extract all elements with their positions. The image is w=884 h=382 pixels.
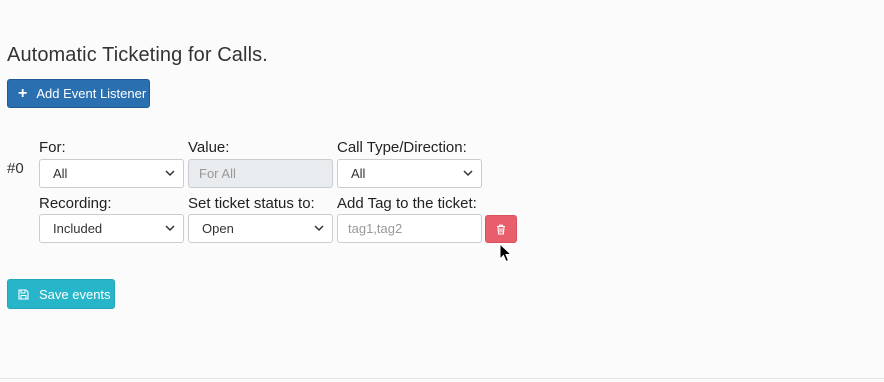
value-label: Value:: [188, 139, 230, 156]
chevron-down-icon: [165, 170, 175, 177]
call-type-select[interactable]: All: [337, 159, 482, 188]
ticket-status-label: Set ticket status to:: [188, 195, 315, 212]
event-index-label: #0: [7, 160, 24, 177]
delete-event-button[interactable]: [485, 215, 517, 243]
tags-label: Add Tag to the ticket:: [337, 195, 477, 212]
for-select-value: All: [53, 166, 68, 181]
call-type-label: Call Type/Direction:: [337, 139, 467, 156]
recording-label: Recording:: [39, 195, 112, 212]
mouse-pointer-icon: [499, 243, 513, 263]
for-select[interactable]: All: [39, 159, 184, 188]
plus-icon: +: [18, 84, 28, 102]
chevron-down-icon: [314, 225, 324, 232]
chevron-down-icon: [463, 170, 473, 177]
save-events-label: Save events: [39, 286, 111, 302]
trash-icon: [497, 224, 505, 235]
ticket-status-select-value: Open: [202, 221, 234, 236]
page-title: Automatic Ticketing for Calls.: [7, 44, 268, 66]
tags-input[interactable]: tag1,tag2: [337, 214, 482, 243]
value-input: For All: [188, 159, 333, 188]
recording-select[interactable]: Included: [39, 214, 184, 243]
divider: [0, 378, 884, 379]
floppy-disk-icon: [18, 288, 29, 300]
call-type-select-value: All: [351, 166, 366, 181]
for-label: For:: [39, 139, 66, 156]
ticket-status-select[interactable]: Open: [188, 214, 333, 243]
recording-select-value: Included: [53, 221, 103, 236]
value-input-placeholder: For All: [199, 166, 236, 181]
chevron-down-icon: [165, 225, 175, 232]
add-event-listener-label: Add Event Listener: [36, 86, 147, 101]
save-events-button[interactable]: Save events: [7, 279, 115, 309]
tags-input-placeholder: tag1,tag2: [348, 221, 403, 236]
add-event-listener-button[interactable]: + Add Event Listener: [7, 79, 150, 108]
